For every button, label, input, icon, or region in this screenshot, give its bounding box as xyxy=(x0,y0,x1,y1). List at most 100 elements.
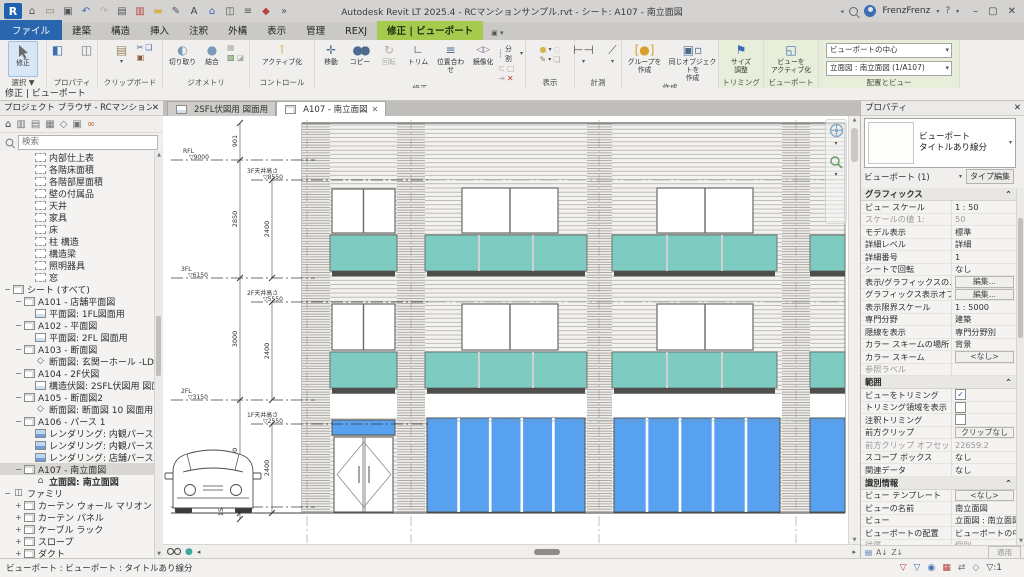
tree-item[interactable]: ⌂立面図: 南立面図 xyxy=(0,475,155,487)
view-tab-a107[interactable]: A107 - 南立面図 ✕ xyxy=(276,101,386,116)
navbar-chevron-icon[interactable]: ▾ xyxy=(834,140,837,147)
tree-item[interactable]: −シート (すべて) xyxy=(0,283,155,295)
tree-item[interactable]: 床 xyxy=(0,223,155,235)
checkbox[interactable] xyxy=(955,402,966,413)
trim-button[interactable]: ∟トリム xyxy=(404,41,432,83)
property-button[interactable]: 編集... xyxy=(955,289,1014,301)
tree-item[interactable]: +スロープ xyxy=(0,535,155,547)
property-value[interactable]: なし xyxy=(955,452,971,464)
ribbon-tab[interactable]: REXJ xyxy=(335,24,377,40)
join-geometry-button[interactable]: ●結合 xyxy=(198,41,226,77)
property-value[interactable]: 50 xyxy=(955,214,965,224)
viewport-view-dropdown[interactable]: 立面図 : 南立面図 (1/A107) xyxy=(826,61,952,76)
thin-lines-icon[interactable]: ≡ xyxy=(240,3,256,19)
press-drag-icon[interactable]: ⇄ xyxy=(958,563,966,573)
text-icon[interactable]: A xyxy=(186,3,202,19)
tree-item[interactable]: 平面図: 1FL図面用 xyxy=(0,307,155,319)
property-button[interactable]: <なし> xyxy=(955,490,1014,502)
home-icon[interactable]: ⌂ xyxy=(24,3,40,19)
pin-icon[interactable]: ◉ xyxy=(927,563,935,573)
print-icon[interactable]: ▤ xyxy=(114,3,130,19)
tree-item[interactable]: レンダリング: 内観パース 2_1 xyxy=(0,439,155,451)
ribbon-tab[interactable]: 修正 | ビューポート xyxy=(377,21,483,40)
element-selector[interactable]: ビューポート (1) xyxy=(864,171,959,183)
family-types-button[interactable]: ◫ xyxy=(73,41,101,77)
checkbox[interactable] xyxy=(955,414,966,425)
ribbon-tab[interactable]: 構造 xyxy=(101,21,140,40)
property-value[interactable]: 専門分野別 xyxy=(955,326,996,338)
tree-item[interactable]: ◇断面図: 断面図 10 図面用 xyxy=(0,403,155,415)
draw-icon[interactable]: ✎ xyxy=(168,3,184,19)
cut-icon[interactable]: ✂ xyxy=(137,43,144,52)
ribbon-tab[interactable]: 管理 xyxy=(296,21,335,40)
tree-item[interactable]: 構造伏図: 2SFL伏図用 図面用 xyxy=(0,379,155,391)
property-section[interactable]: 識別情報⌃ xyxy=(861,477,1017,490)
user-menu-chevron-icon[interactable]: ▾ xyxy=(936,8,939,15)
reveal-hidden-icon[interactable] xyxy=(167,547,181,556)
property-value[interactable]: 1 xyxy=(955,252,960,262)
temporary-hide-icon[interactable]: ● xyxy=(185,547,193,557)
checkbox[interactable]: ✓ xyxy=(955,389,966,400)
delete-icon[interactable]: ✕ xyxy=(507,74,514,83)
workset-icon[interactable]: ▽ xyxy=(900,563,907,573)
user-name[interactable]: FrenzFrenz xyxy=(882,6,930,16)
ribbon-tab[interactable]: 表示 xyxy=(257,21,296,40)
list-icon[interactable]: ▤ xyxy=(31,119,40,130)
property-value[interactable]: 南立面図 xyxy=(955,502,988,514)
steering-wheel-icon[interactable] xyxy=(829,123,844,138)
tree-item[interactable]: 内部仕上表 xyxy=(0,151,155,163)
create-similar-button[interactable]: ▣▫同じオブジェクトを 作成 xyxy=(668,41,718,82)
match-type-icon[interactable]: ▣ xyxy=(137,53,145,62)
tree-item[interactable]: +ダクト xyxy=(0,547,155,558)
property-value[interactable]: 1 : 5000 xyxy=(955,302,989,312)
tree-item[interactable]: +カーテン ウォール マリオン xyxy=(0,499,155,511)
revit-logo[interactable]: R xyxy=(4,3,22,19)
property-value[interactable]: 詳細 xyxy=(955,239,971,251)
tree-item[interactable]: −A105 - 断面図2 xyxy=(0,391,155,403)
copy-icon[interactable]: ❏ xyxy=(145,43,152,52)
close-button[interactable]: ✕ xyxy=(1008,6,1016,17)
type-selector[interactable]: ビューポート タイトルあり線分 ▾ xyxy=(864,118,1016,168)
properties-close-icon[interactable]: ✕ xyxy=(1014,101,1021,115)
tree-item[interactable]: 窓 xyxy=(0,271,155,283)
tree-item[interactable]: −A104 - 2F伏図 xyxy=(0,367,155,379)
restore-button[interactable]: ▢ xyxy=(988,6,997,17)
group-icon[interactable]: ▤ xyxy=(865,548,872,557)
property-section[interactable]: グラフィックス⌃ xyxy=(861,188,1017,201)
ribbon-tab[interactable]: 建築 xyxy=(62,21,101,40)
open-icon[interactable]: ▭ xyxy=(42,3,58,19)
property-section[interactable]: 範囲⌃ xyxy=(861,376,1017,389)
paste-button[interactable]: ▤▾ xyxy=(108,41,136,77)
tree-item[interactable]: 各階部屋面積 xyxy=(0,175,155,187)
element-selector-chevron-icon[interactable]: ▾ xyxy=(959,173,962,180)
tree-item[interactable]: 平面図: 2FL 図面用 xyxy=(0,331,155,343)
browser-search-input[interactable] xyxy=(18,135,158,150)
properties-button[interactable]: ◧ xyxy=(44,41,72,77)
redo-icon[interactable]: ↷ xyxy=(96,3,112,19)
exclude-options-icon[interactable]: ▦ xyxy=(942,563,951,573)
search-icon[interactable] xyxy=(849,7,858,16)
tree-item[interactable]: −A101 - 店舗平面図 xyxy=(0,295,155,307)
scroll-left-icon[interactable]: ◂ xyxy=(197,548,201,556)
sheet-canvas[interactable]: 901 2850 3000 3000 150 2400 2400 2400 RF… xyxy=(163,116,849,544)
help-icon[interactable]: ? xyxy=(945,6,950,16)
tree-item[interactable]: 壁の付属品 xyxy=(0,187,155,199)
property-value[interactable]: なし xyxy=(955,464,971,476)
user-avatar[interactable] xyxy=(864,5,876,17)
collaborate-icon[interactable]: ◆ xyxy=(258,3,274,19)
undo-icon[interactable]: ↶ xyxy=(78,3,94,19)
select-underlay-icon[interactable]: ◇ xyxy=(972,563,979,573)
filter-count[interactable]: ▽:1 xyxy=(986,563,1002,573)
property-button[interactable]: <なし> xyxy=(955,351,1014,363)
browser-scrollbar[interactable]: ▲ ▼ xyxy=(154,151,163,558)
zoom-tool-icon[interactable] xyxy=(829,155,843,169)
design-option-icon[interactable]: ▽ xyxy=(914,563,921,573)
measure-icon[interactable]: ▬ xyxy=(150,3,166,19)
scroll-right-icon[interactable]: ▸ xyxy=(852,548,856,556)
sheet-list-icon[interactable]: ▦ xyxy=(45,119,54,130)
property-value[interactable]: 背景 xyxy=(955,339,971,351)
tree-item[interactable]: −A103 - 断面図 xyxy=(0,343,155,355)
property-value[interactable]: 建築 xyxy=(955,314,971,326)
tree-item[interactable]: −A102 - 平面図 xyxy=(0,319,155,331)
sort-az-icon[interactable]: A↓ xyxy=(876,548,887,557)
